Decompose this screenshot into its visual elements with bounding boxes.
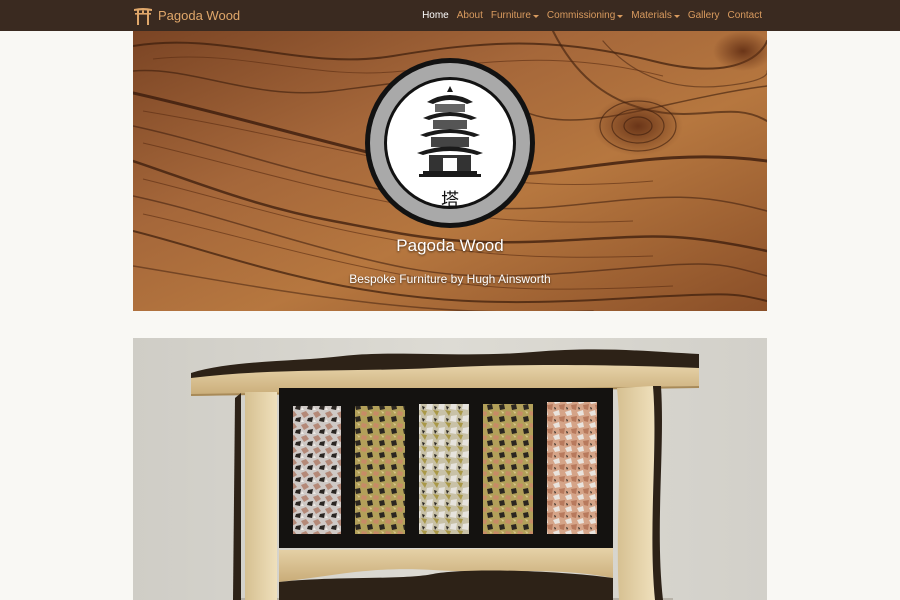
- nav-label: Furniture: [490, 10, 531, 21]
- nav-label: Contact: [727, 10, 762, 21]
- main-nav: Home About Furniture Commissioning Mater…: [414, 0, 762, 31]
- featured-furniture-photo: [133, 338, 767, 600]
- caret-down-icon: [673, 14, 680, 18]
- caret-down-icon: [532, 14, 539, 18]
- nav-about[interactable]: About: [457, 10, 483, 21]
- nav-label: About: [456, 10, 483, 21]
- nav-label: Gallery: [687, 10, 720, 21]
- nav-commissioning-dropdown[interactable]: Commissioning: [546, 10, 624, 21]
- nav-label: Home: [422, 10, 449, 21]
- nav-label: Materials: [631, 10, 672, 21]
- wall-cabinet-image: [133, 338, 767, 600]
- brand-name: Pagoda Wood: [158, 8, 241, 23]
- caret-down-icon: [617, 14, 624, 18]
- nav-home[interactable]: Home: [422, 10, 449, 21]
- nav-furniture-dropdown[interactable]: Furniture: [491, 10, 539, 21]
- logo-glyph: 塔: [441, 190, 459, 211]
- hero-title: Pagoda Wood: [396, 236, 504, 255]
- nav-gallery[interactable]: Gallery: [688, 10, 720, 21]
- hero-subtitle: Bespoke Furniture by Hugh Ainsworth: [349, 272, 551, 286]
- torii-gate-icon: [134, 7, 152, 25]
- nav-materials-dropdown[interactable]: Materials: [631, 10, 680, 21]
- nav-label: Commissioning: [546, 10, 616, 21]
- nav-contact[interactable]: Contact: [728, 10, 762, 21]
- brand-link[interactable]: Pagoda Wood: [133, 0, 240, 31]
- hero-banner: 塔 Pagoda Wood Bespoke Furniture by Hugh …: [133, 31, 767, 311]
- pagoda-logo-icon: 塔: [365, 58, 535, 228]
- navbar: Pagoda Wood Home About Furniture Commiss…: [0, 0, 900, 31]
